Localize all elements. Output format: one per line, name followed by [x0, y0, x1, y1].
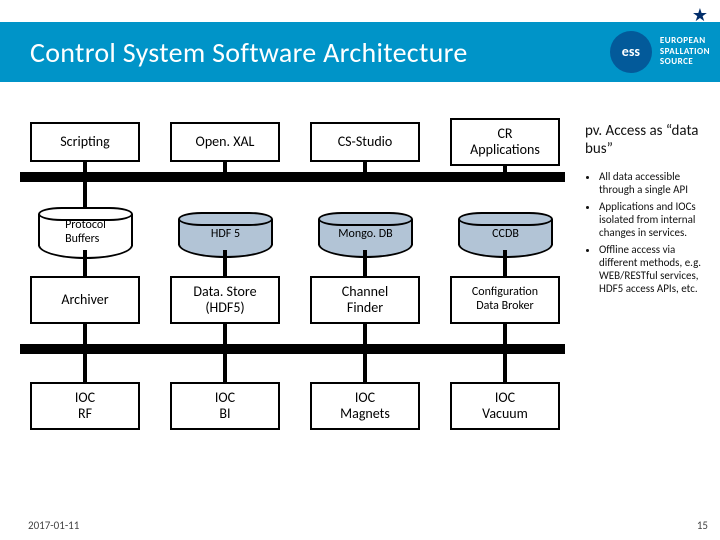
box-channel-finder: Channel Finder	[310, 276, 420, 324]
connector	[83, 162, 87, 176]
footer-page: 15	[697, 519, 708, 532]
box-cr-applications: CR Applications	[450, 118, 560, 166]
box-archiver: Archiver	[30, 276, 140, 324]
box-ioc-rf: IOC RF	[30, 382, 140, 430]
connector	[503, 324, 507, 348]
box-datastore: Data. Store (HDF5)	[170, 276, 280, 324]
connector	[503, 250, 507, 276]
sidebar-title: pv. Access as “data bus”	[585, 122, 710, 158]
sidebar-bullets: All data accessible through a single API…	[585, 170, 710, 295]
ess-logo-icon: ess	[610, 31, 652, 73]
page-title: Control System Software Architecture	[30, 35, 468, 70]
bullet-item: Offline access via different methods, e.…	[599, 243, 710, 295]
box-openxal: Open. XAL	[170, 122, 280, 162]
connector	[363, 162, 367, 176]
box-ioc-magnets: IOC Magnets	[310, 382, 420, 430]
box-scripting: Scripting	[30, 122, 140, 162]
bus-line	[20, 172, 565, 182]
connector	[223, 324, 227, 348]
bullet-item: All data accessible through a single API	[599, 170, 710, 196]
connector	[83, 324, 87, 348]
brand-logo: ess EUROPEAN SPALLATION SOURCE	[610, 22, 710, 82]
connector	[363, 352, 367, 382]
footer-date: 2017-01-11	[28, 519, 79, 532]
box-ioc-vacuum: IOC Vacuum	[450, 382, 560, 430]
connector	[503, 352, 507, 382]
box-csstudio: CS-Studio	[310, 122, 420, 162]
connector	[83, 180, 87, 210]
box-ioc-bi: IOC BI	[170, 382, 280, 430]
brand-wordmark: EUROPEAN SPALLATION SOURCE	[660, 36, 710, 67]
connector	[83, 352, 87, 382]
connector	[363, 324, 367, 348]
connector	[363, 250, 367, 276]
connector	[223, 162, 227, 176]
connector	[223, 250, 227, 276]
box-config-broker: Configuration Data Broker	[450, 276, 560, 324]
connector	[503, 166, 507, 176]
connector	[83, 250, 87, 276]
bus-line	[20, 344, 565, 354]
connector	[223, 352, 227, 382]
diagram-stage: Scripting Open. XAL CS-Studio CR Applica…	[0, 92, 720, 522]
sidebar: pv. Access as “data bus” All data access…	[585, 122, 710, 299]
bullet-item: Applications and IOCs isolated from inte…	[599, 200, 710, 239]
